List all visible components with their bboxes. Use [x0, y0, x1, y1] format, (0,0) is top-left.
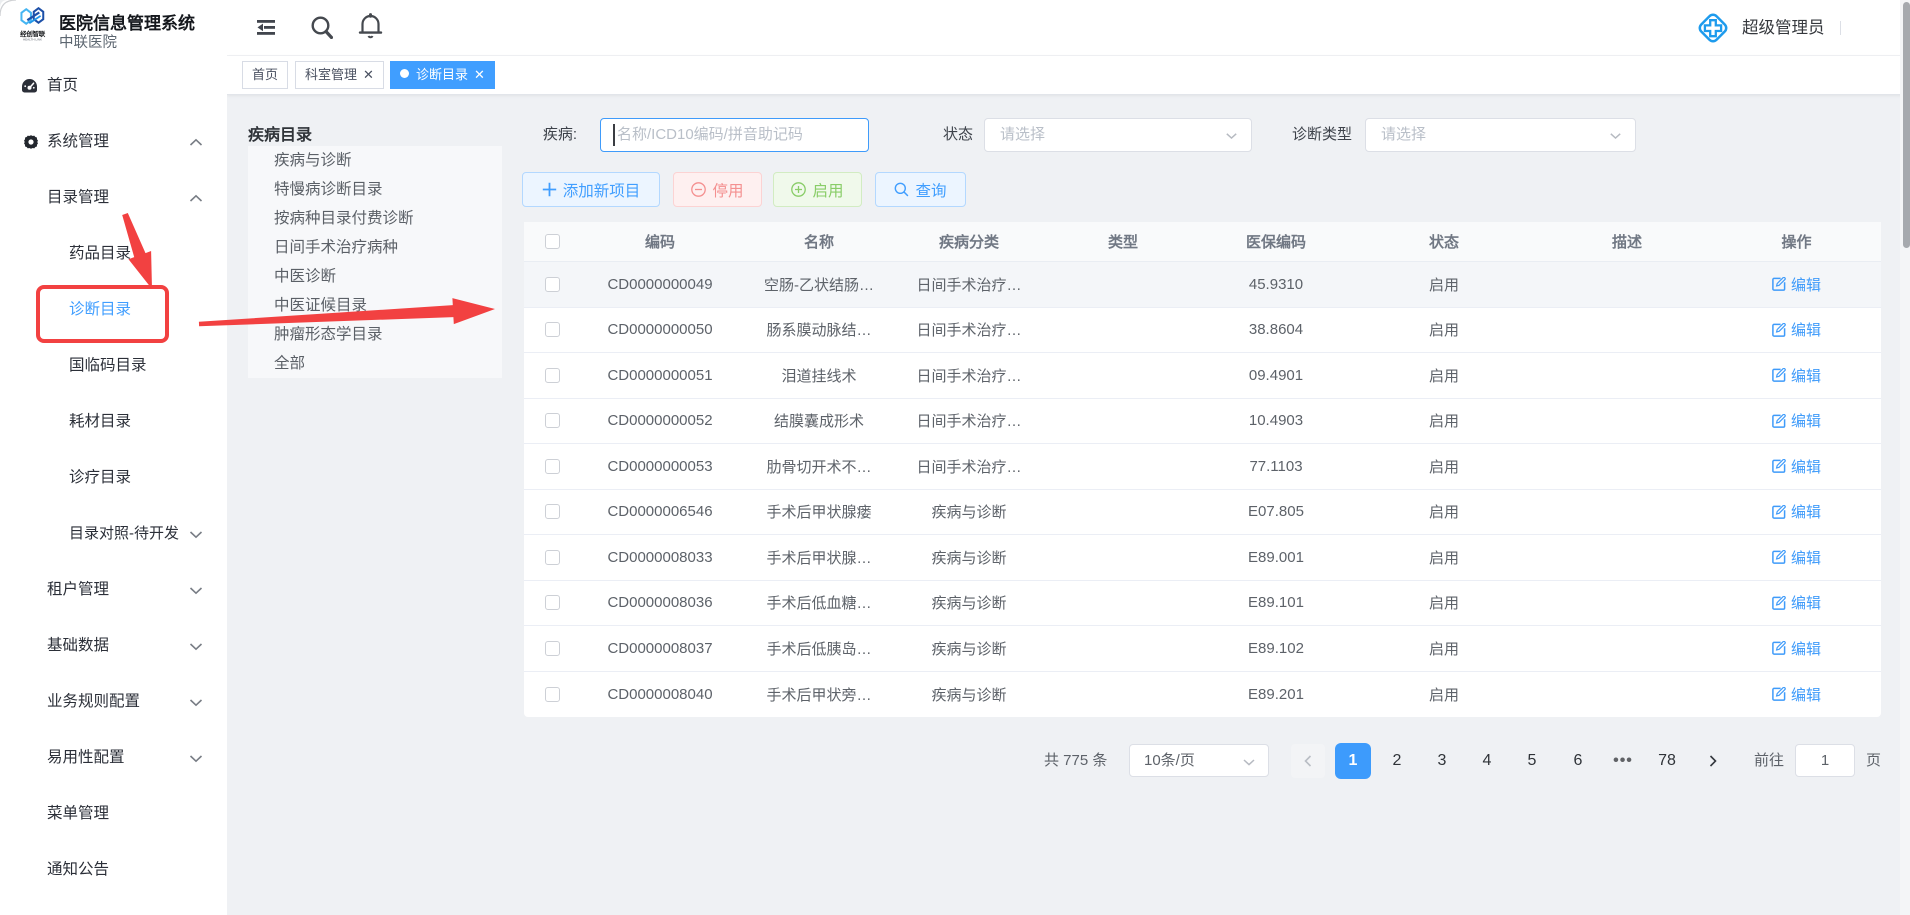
svg-text:HEALTH LINK: HEALTH LINK — [23, 38, 42, 42]
